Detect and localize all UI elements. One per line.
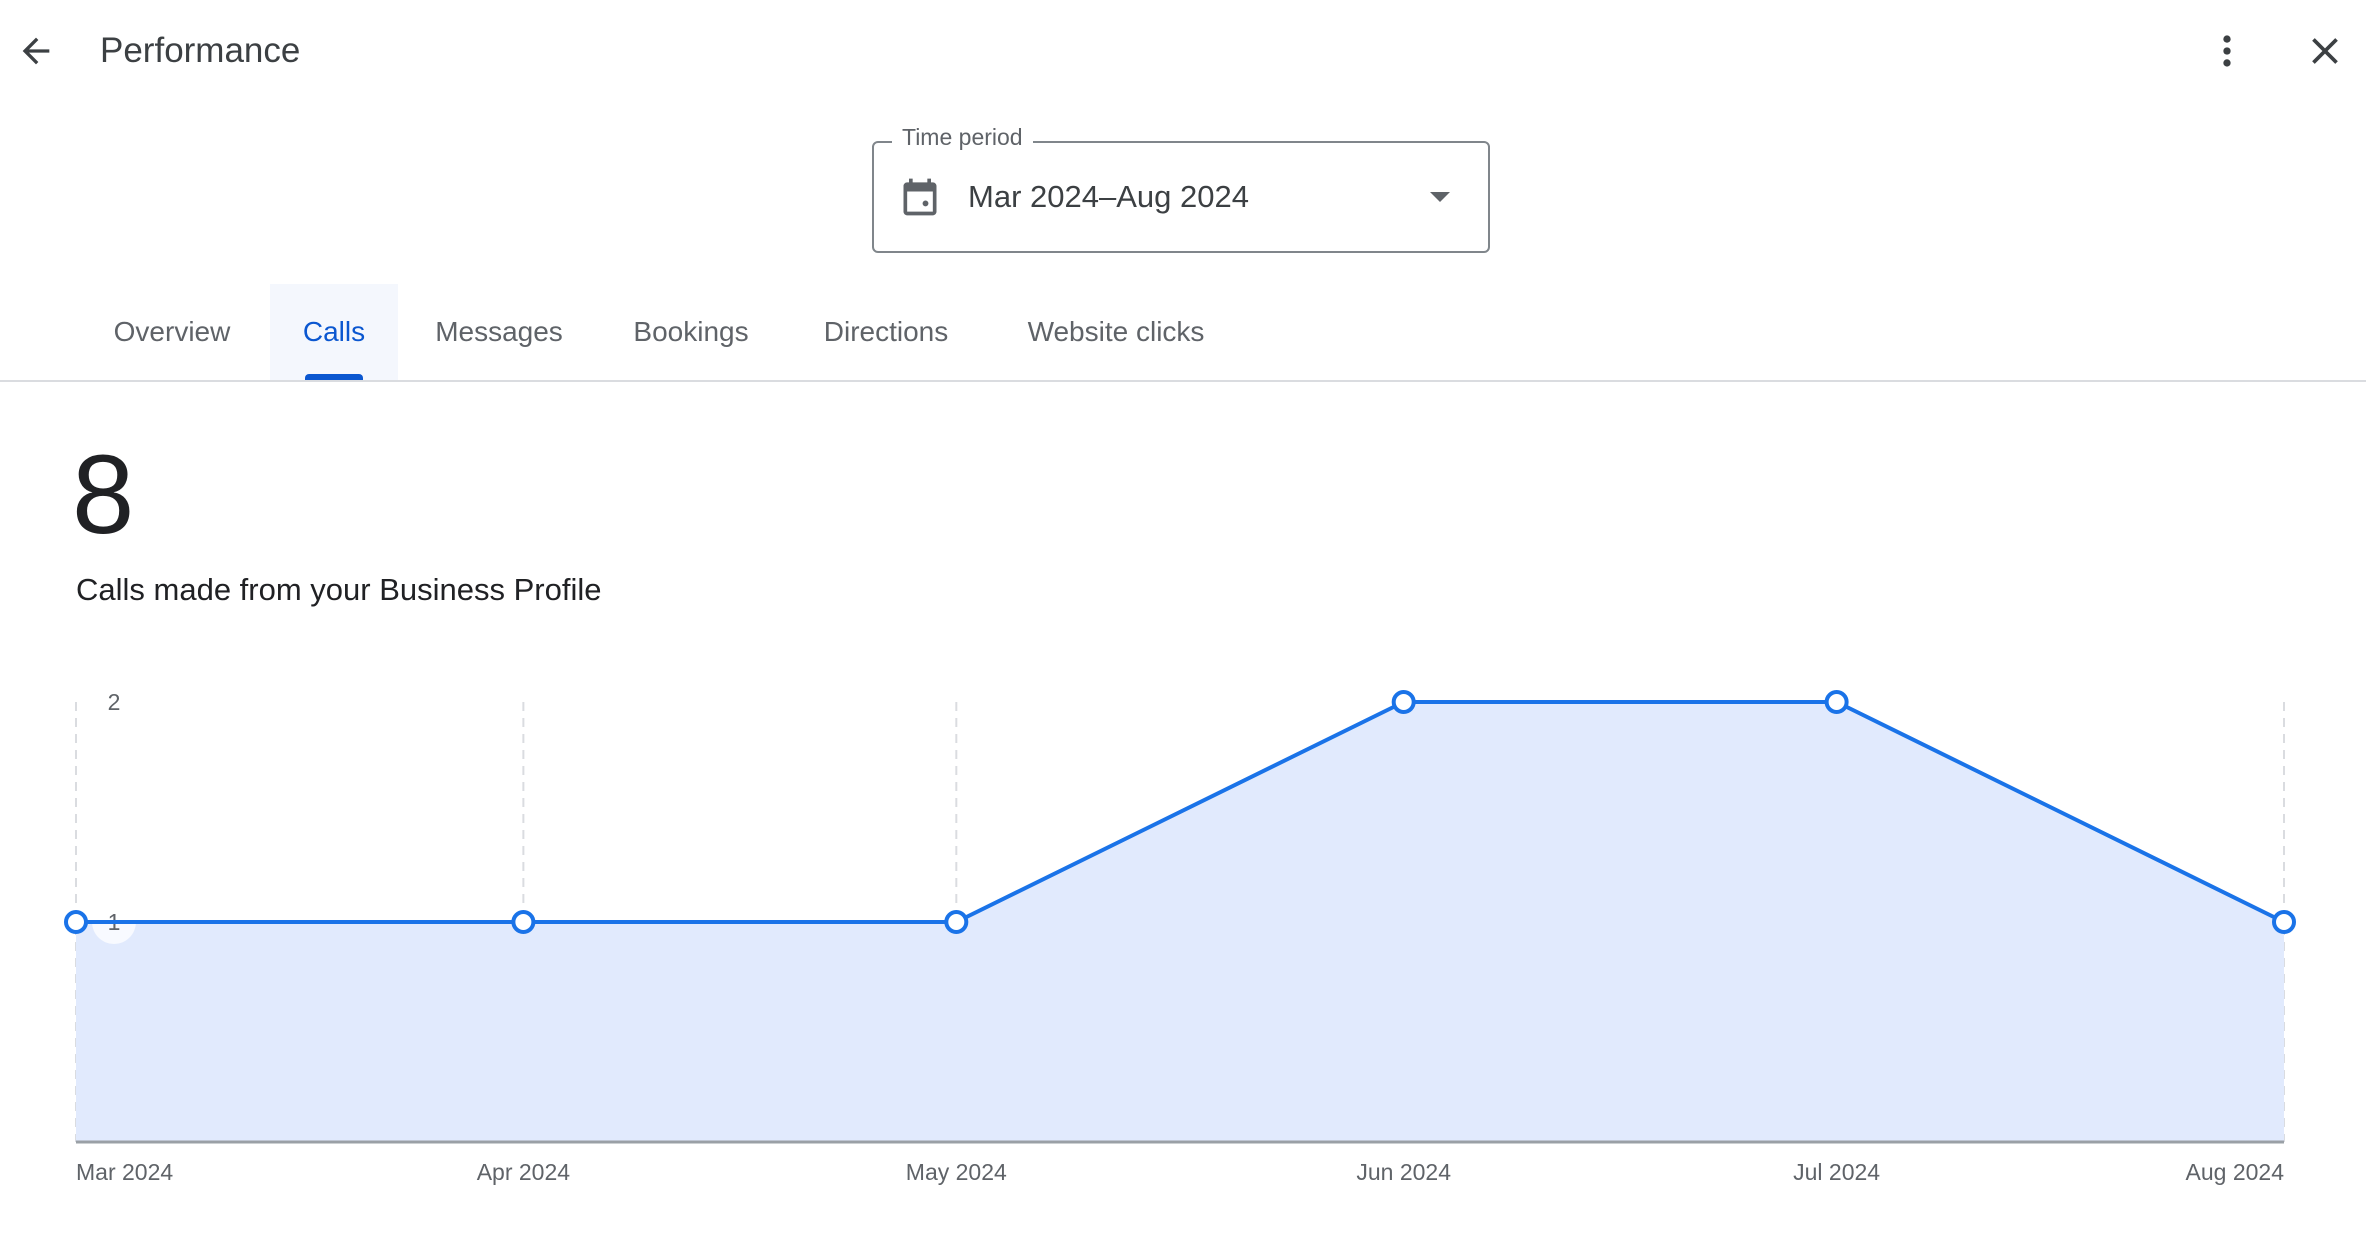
x-tick-label: Aug 2024 xyxy=(2186,1159,2285,1185)
y-axis-labels: 12 xyxy=(92,689,136,944)
data-point[interactable] xyxy=(944,910,969,934)
data-point[interactable] xyxy=(1824,690,1849,714)
data-point[interactable] xyxy=(64,910,88,934)
y-tick-label: 2 xyxy=(108,689,121,715)
data-point[interactable] xyxy=(511,910,536,934)
x-tick-label: Jul 2024 xyxy=(1793,1159,1880,1185)
x-axis-labels: Mar 2024 Apr 2024 May 2024 Jun 2024 Jul 2024… xyxy=(76,1159,2284,1185)
x-tick-label: Jun 2024 xyxy=(1356,1159,1451,1185)
x-tick-label: May 2024 xyxy=(906,1159,1007,1185)
x-tick-label: Apr 2024 xyxy=(477,1159,571,1185)
data-point[interactable] xyxy=(1391,690,1416,714)
data-point[interactable] xyxy=(2272,910,2296,934)
calls-chart: 12 Mar 2024 Apr 2024 May 2024 Jun 2024 Jul 2… xyxy=(64,689,2296,1185)
x-tick-label: Mar 2024 xyxy=(76,1159,173,1185)
